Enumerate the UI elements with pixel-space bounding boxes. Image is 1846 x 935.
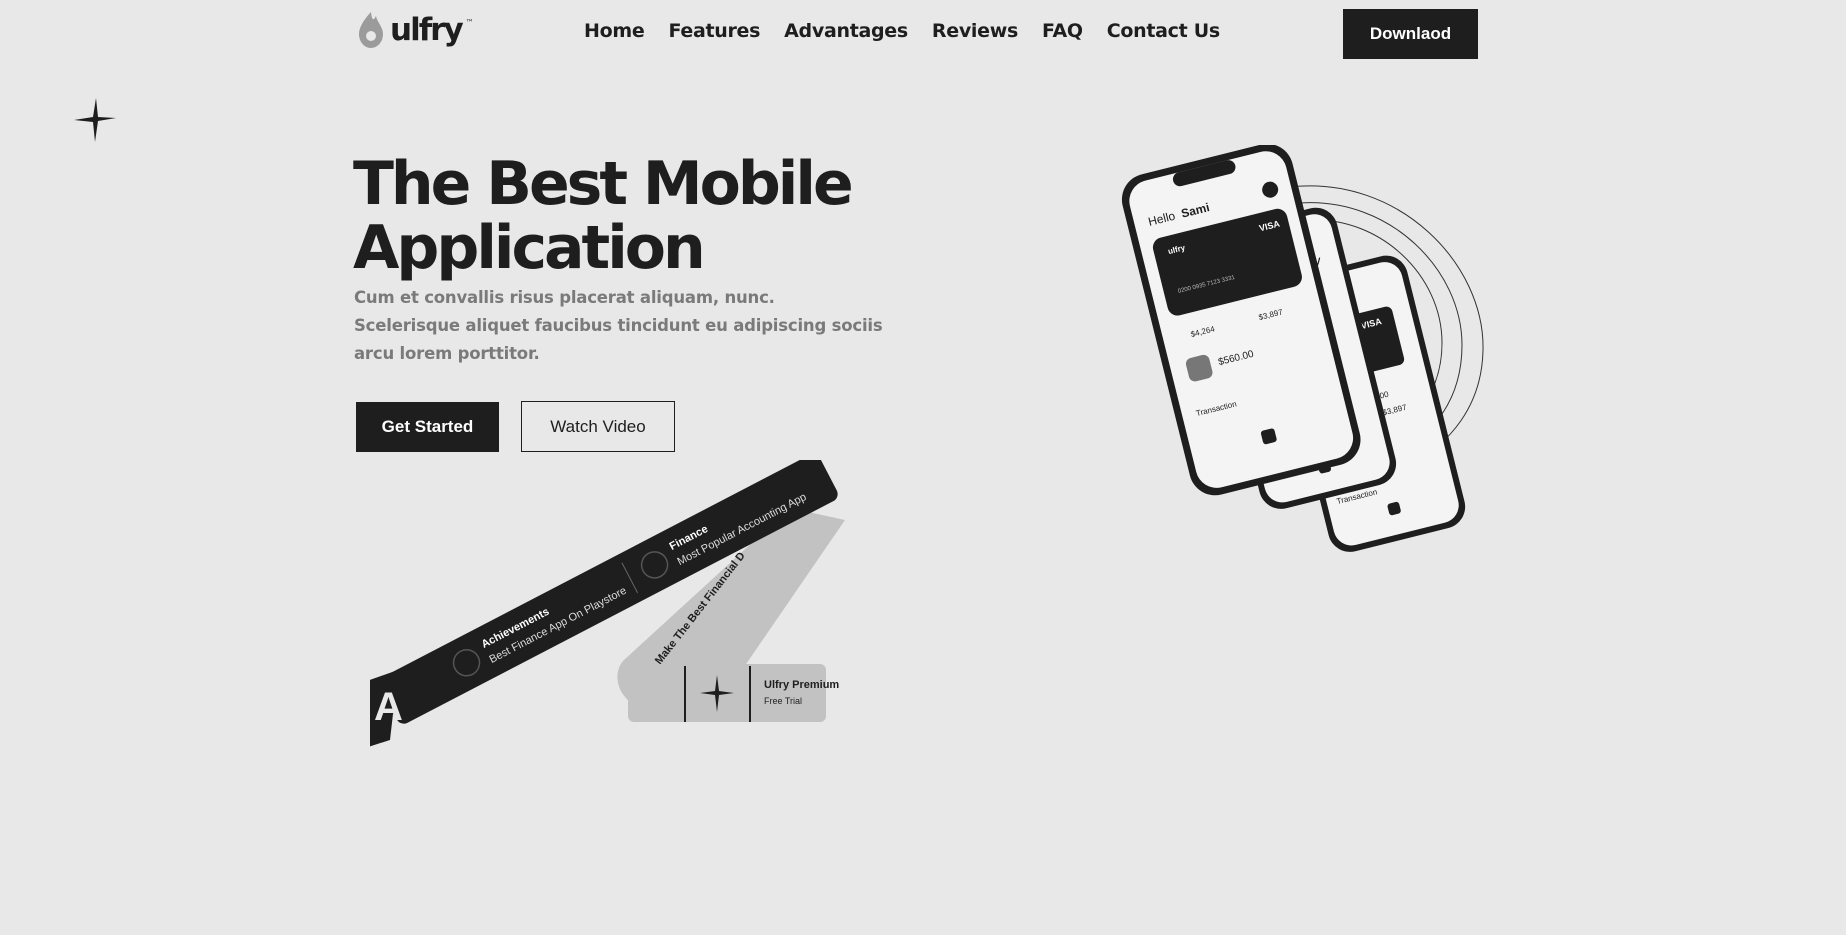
premium-title: Ulfry Premium <box>764 679 839 691</box>
flame-icon <box>359 12 383 48</box>
phones-illustration: VISA $1000 $3,897 Transaction Hello Sami… <box>1121 145 1484 552</box>
get-started-button[interactable]: Get Started <box>356 402 499 452</box>
nav-features[interactable]: Features <box>668 20 760 42</box>
download-button[interactable]: Downlaod <box>1343 9 1478 59</box>
hero-title-line1: The Best Mobile <box>353 149 854 219</box>
phone-front: Hello Sami ulfry VISA 0200 0935 7123 333… <box>1121 145 1361 496</box>
hero-title: The Best Mobile Application <box>353 152 913 280</box>
nav-contact[interactable]: Contact Us <box>1107 20 1220 42</box>
main-nav: Home Features Advantages Reviews FAQ Con… <box>584 20 1220 42</box>
nav-reviews[interactable]: Reviews <box>932 20 1018 42</box>
nav-faq[interactable]: FAQ <box>1042 20 1083 42</box>
hero-subtitle: Cum et convallis risus placerat aliquam,… <box>354 288 883 363</box>
hero-title-line2: Application <box>353 213 706 283</box>
brand-logo[interactable]: ulfry ™ <box>356 10 474 50</box>
brand-trademark: ™ <box>465 18 474 27</box>
nav-home[interactable]: Home <box>584 20 645 42</box>
premium-subtitle: Free Trial <box>764 696 802 706</box>
watch-video-button[interactable]: Watch Video <box>521 401 675 452</box>
ribbon-letter: A <box>374 685 403 729</box>
nav-advantages[interactable]: Advantages <box>784 20 908 42</box>
sparkle-icon <box>74 98 116 142</box>
achievements-ribbon: Achievements Best Finance App On Playsto… <box>370 460 845 747</box>
brand-name: ulfry <box>390 12 464 48</box>
